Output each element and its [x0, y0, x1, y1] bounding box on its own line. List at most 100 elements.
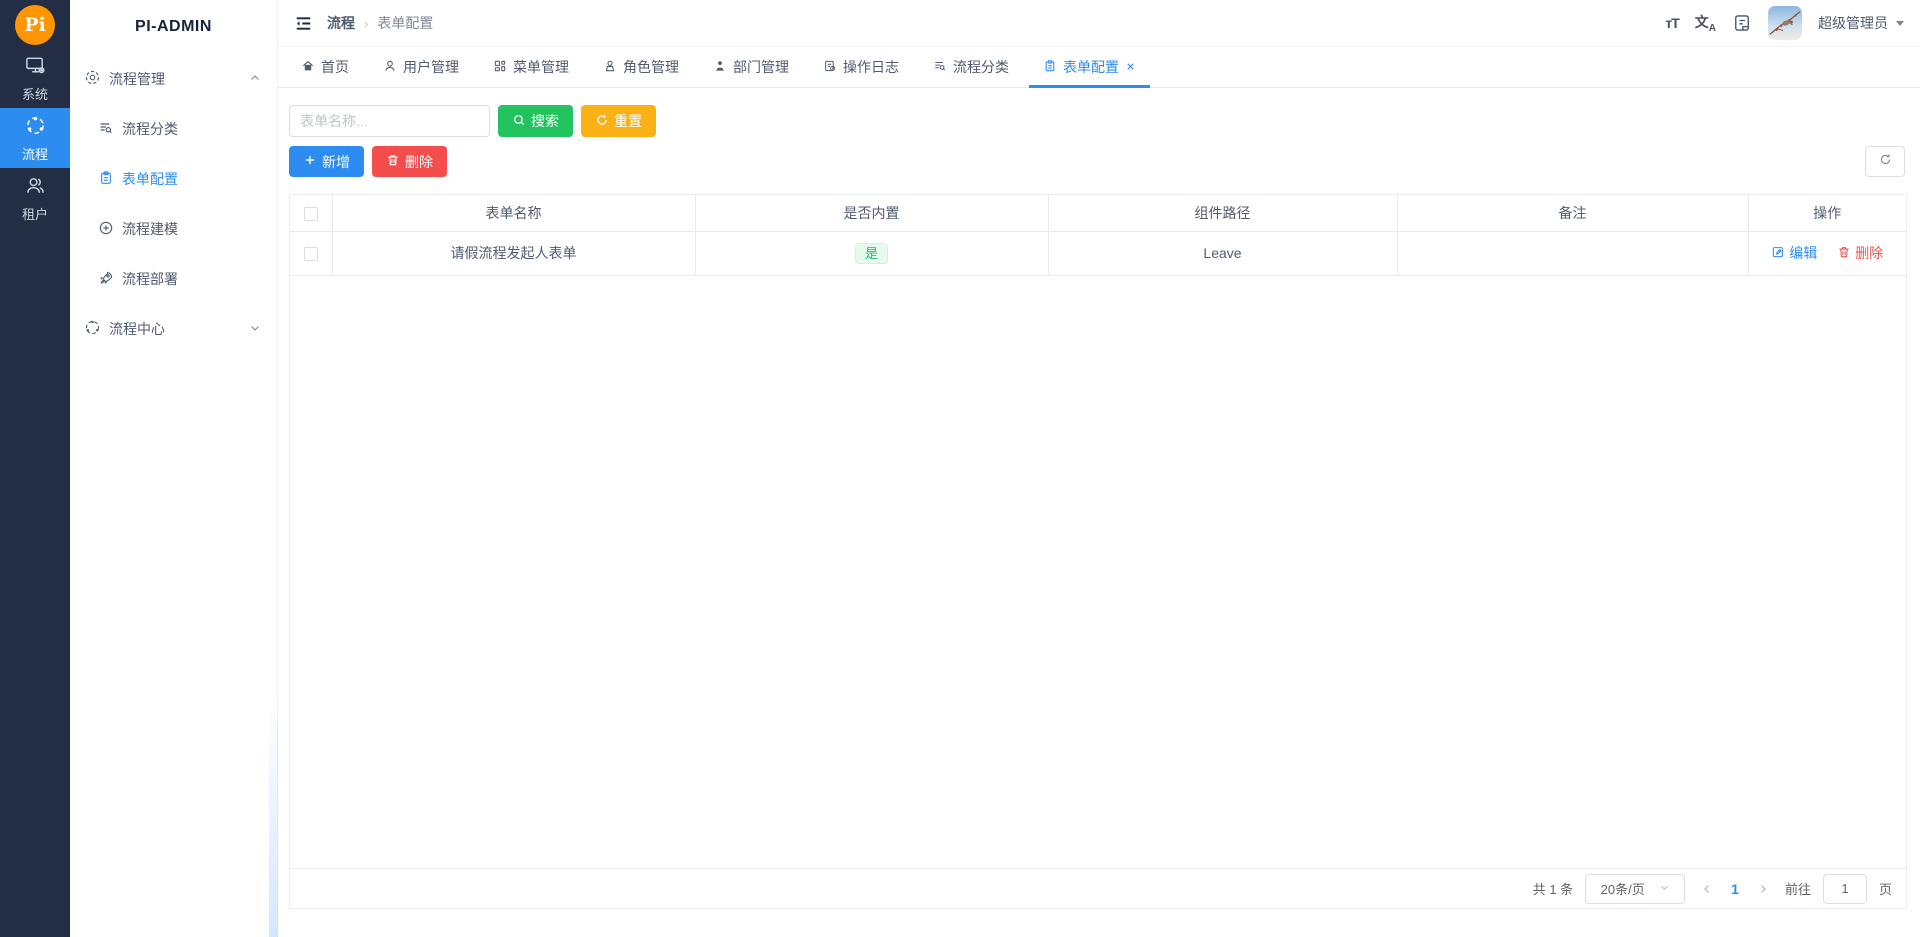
select-all-checkbox[interactable] [303, 206, 318, 221]
app-logo[interactable]: Pi [15, 5, 55, 45]
tab-label: 部门管理 [733, 59, 789, 75]
logo-text: Pi [24, 14, 46, 36]
edit-link[interactable]: 编辑 [1771, 243, 1817, 263]
sidebar-scroll-hint [269, 697, 278, 937]
delete-button[interactable]: 删除 [372, 146, 447, 177]
rocket-icon [98, 270, 122, 289]
log-icon [823, 59, 837, 76]
goto-page-input[interactable] [1822, 873, 1867, 904]
table-card: 表单名称 是否内置 组件路径 备注 操作 请假流程发起人表单 是 Leave 编… [289, 194, 1907, 909]
rail-item-label: 流程 [21, 146, 48, 162]
forms-table: 表单名称 是否内置 组件路径 备注 操作 请假流程发起人表单 是 Leave 编… [290, 195, 1906, 276]
tab-form-config[interactable]: 表单配置 [1029, 47, 1150, 88]
cell-component-path: Leave [1048, 231, 1398, 276]
rail-item-tenant[interactable]: 租户 [0, 168, 70, 228]
menu-item-process-center[interactable]: 流程中心 [70, 304, 277, 354]
sidebar-item-label: 表单配置 [122, 171, 178, 187]
translate-icon[interactable]: 文A [1695, 12, 1716, 34]
next-page-button[interactable] [1753, 883, 1773, 895]
edit-link-label: 编辑 [1789, 245, 1818, 261]
home-icon [301, 59, 315, 76]
font-size-icon[interactable]: ᴛT [1665, 15, 1679, 31]
tab-user-management[interactable]: 用户管理 [369, 47, 473, 87]
reset-button-label: 重置 [614, 113, 642, 129]
clipboard-icon [1043, 59, 1057, 76]
tab-role-management[interactable]: 角色管理 [589, 47, 693, 87]
tab-label: 表单配置 [1063, 59, 1119, 75]
rail-item-label: 系统 [21, 86, 48, 102]
tab-label: 首页 [321, 59, 349, 75]
reset-button[interactable]: 重置 [581, 105, 656, 137]
chevron-down-icon [1659, 881, 1670, 896]
menu-item-label: 流程管理 [109, 71, 165, 87]
menu-item-process-management[interactable]: 流程管理 [70, 54, 277, 104]
add-button[interactable]: 新增 [289, 146, 364, 177]
tab-menu-management[interactable]: 菜单管理 [479, 47, 583, 87]
tab-label: 角色管理 [623, 59, 679, 75]
action-row: 新增 删除 [289, 146, 1907, 177]
table-row: 请假流程发起人表单 是 Leave 编辑 删除 [290, 231, 1906, 276]
chevron-up-icon [249, 71, 261, 87]
search-button-label: 搜索 [531, 113, 559, 129]
rail-item-process[interactable]: 流程 [0, 108, 70, 168]
delete-link[interactable]: 删除 [1837, 243, 1883, 263]
sidebar-item-process-deploy[interactable]: 流程部署 [70, 254, 277, 304]
sidebar-item-process-category[interactable]: 流程分类 [70, 104, 277, 154]
row-checkbox[interactable] [303, 247, 318, 262]
sidebar-item-form-config[interactable]: 表单配置 [70, 154, 277, 204]
plus-circle-icon [98, 220, 122, 239]
search-button[interactable]: 搜索 [498, 105, 573, 137]
list-search-icon [98, 120, 122, 139]
rail-item-system[interactable]: 系统 [0, 48, 70, 108]
form-name-search-input[interactable] [289, 105, 490, 137]
column-header-form-name: 表单名称 [332, 195, 696, 232]
table-header-row: 表单名称 是否内置 组件路径 备注 操作 [290, 195, 1906, 232]
total-count: 共 1 条 [1532, 882, 1574, 897]
user-name[interactable]: 超级管理员 [1818, 13, 1888, 33]
breadcrumb-item-form-config: 表单配置 [377, 15, 434, 31]
plus-icon [303, 153, 317, 170]
filter-row: 搜索 重置 [289, 105, 1907, 137]
tab-label: 用户管理 [403, 59, 459, 75]
app-title: PI-ADMIN [135, 18, 212, 35]
breadcrumb-item-process[interactable]: 流程 [327, 13, 355, 33]
sidebar-item-process-modeling[interactable]: 流程建模 [70, 204, 277, 254]
builtin-badge: 是 [854, 242, 888, 264]
person-icon [713, 59, 727, 76]
monitor-gear-icon [24, 54, 47, 80]
tab-label: 流程分类 [953, 59, 1009, 75]
sidebar-collapse-icon[interactable] [294, 14, 313, 33]
clipboard-icon [98, 170, 122, 189]
tab-operation-log[interactable]: 操作日志 [809, 47, 913, 87]
main-area: 流程 › 表单配置 ᴛT 文A 超级管理员 首页 用户管理 菜单管理 角色管理 … [278, 0, 1920, 937]
content-area: 搜索 重置 新增 删除 [278, 88, 1920, 937]
prev-page-button[interactable] [1697, 883, 1717, 895]
primary-rail: Pi 系统 流程 租户 [0, 0, 70, 937]
close-icon[interactable] [1125, 59, 1136, 75]
refresh-icon [1878, 152, 1893, 172]
app-root: Pi 系统 流程 租户 PI-ADMIN 流程管理 流程分类 表单配置 流程建模… [0, 0, 1920, 937]
column-header-builtin: 是否内置 [695, 195, 1049, 232]
delete-link-label: 删除 [1855, 245, 1884, 261]
chevron-down-icon [249, 321, 261, 337]
page-size-select[interactable]: 20条/页 [1585, 873, 1686, 904]
sidebar-item-label: 流程部署 [122, 271, 178, 287]
topbar-actions: ᴛT 文A 超级管理员 [1665, 6, 1904, 40]
avatar[interactable] [1768, 6, 1802, 40]
search-icon [512, 113, 526, 130]
current-page[interactable]: 1 [1729, 881, 1741, 897]
refresh-table-button[interactable] [1865, 146, 1905, 177]
sidebar-item-label: 流程分类 [122, 121, 178, 137]
tab-label: 操作日志 [843, 59, 899, 75]
caret-down-icon[interactable] [1896, 20, 1904, 26]
topbar: 流程 › 表单配置 ᴛT 文A 超级管理员 [278, 0, 1920, 47]
page-unit-label: 页 [1878, 882, 1892, 897]
tab-department-management[interactable]: 部门管理 [699, 47, 803, 87]
table-empty-space [290, 276, 1906, 869]
log-document-icon[interactable] [1732, 13, 1752, 33]
tab-label: 菜单管理 [513, 59, 569, 75]
tab-process-category[interactable]: 流程分类 [919, 47, 1023, 87]
tab-home[interactable]: 首页 [287, 47, 363, 87]
sidebar-item-label: 流程建模 [122, 221, 178, 237]
grid-icon [493, 59, 507, 76]
